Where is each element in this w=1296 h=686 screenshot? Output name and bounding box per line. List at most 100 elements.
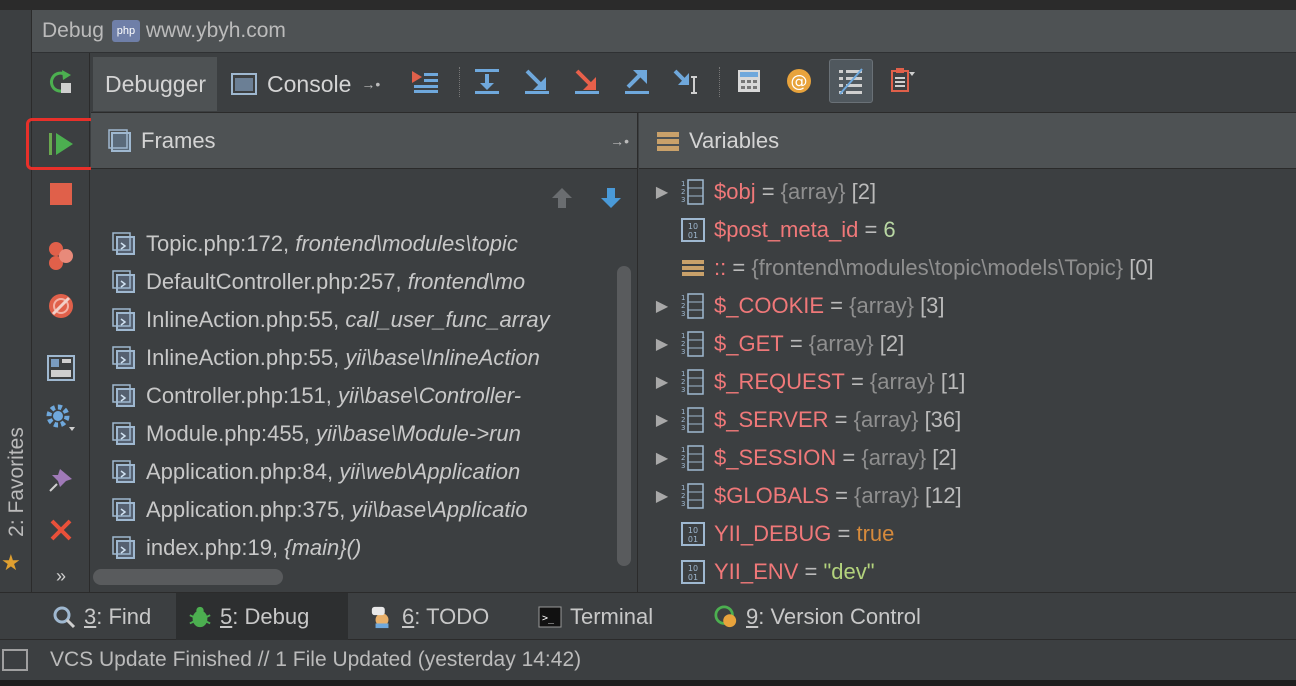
svg-text:2: 2 (681, 340, 685, 348)
expand-arrow-icon[interactable]: ▶ (639, 448, 675, 468)
frames-vertical-scrollbar[interactable] (617, 266, 631, 566)
frame-icon (112, 460, 135, 483)
step-out-button[interactable] (619, 63, 655, 99)
step-out-icon (625, 70, 649, 94)
toggle-tool-windows-icon[interactable] (2, 649, 28, 671)
frames-list: Topic.php:172, frontend\modules\topic Def… (91, 225, 611, 565)
variable-row[interactable]: ▶ 1 2 3 $_COOKIE = {array} [3] (639, 287, 1296, 325)
step-into-button[interactable] (519, 63, 555, 99)
variable-name: $post_meta_id (714, 217, 859, 242)
variable-type: {array} (808, 331, 874, 356)
favorites-tool-button[interactable]: 2: Favorites ★ (0, 410, 28, 580)
frame-file: InlineAction.php:55, (146, 345, 346, 370)
variable-equals: = (726, 255, 752, 280)
svg-text:>_: >_ (542, 613, 555, 624)
show-values-inline-toggle[interactable] (829, 59, 873, 103)
frame-row[interactable]: InlineAction.php:55, yii\base\InlineActi… (91, 339, 611, 377)
pin-icon (49, 469, 72, 492)
next-frame-arrow-icon[interactable] (599, 186, 623, 210)
variable-row[interactable]: ▶ 1 2 3 $obj = {array} [2] (639, 173, 1296, 211)
svg-text:1: 1 (681, 332, 685, 340)
tab-console-label: Console (267, 70, 352, 97)
version-control-icon (714, 604, 738, 629)
class-fields-icon (682, 260, 704, 276)
tab-todo[interactable]: 6: TODO (358, 593, 501, 640)
find-hotkey: 3 (84, 603, 97, 629)
variable-row[interactable]: ▶ 1 2 3 $_SERVER = {array} [36] (639, 401, 1296, 439)
frame-row[interactable]: InlineAction.php:55, call_user_func_arra… (91, 301, 611, 339)
view-breakpoints-button[interactable] (32, 231, 90, 281)
mute-breakpoints-button[interactable] (32, 281, 90, 331)
show-execution-point-button[interactable] (407, 63, 443, 99)
variable-type: {array} (861, 445, 927, 470)
tab-console[interactable]: Console →• (219, 57, 399, 111)
frame-file: index.php:19, (146, 535, 285, 560)
frames-horizontal-scrollbar[interactable] (93, 569, 283, 585)
variable-row[interactable]: :: = {frontend\modules\topic\models\Topi… (639, 249, 1296, 287)
stop-button[interactable] (32, 169, 90, 219)
run-to-cursor-button[interactable] (669, 63, 705, 99)
frames-title: Frames (141, 127, 216, 153)
frame-row[interactable]: index.php:19, {main}() (91, 529, 611, 565)
variable-row[interactable]: ▶ 1 2 3 $GLOBALS = {array} [12] (639, 477, 1296, 515)
variable-row[interactable]: 10 01 $post_meta_id = 6 (639, 211, 1296, 249)
expand-arrow-icon[interactable]: ▶ (639, 296, 675, 316)
toolbar-separator (719, 67, 720, 97)
rerun-button[interactable] (32, 57, 90, 107)
left-tool-strip: 2: Favorites ★ (0, 10, 32, 592)
frame-row[interactable]: Application.php:375, yii\base\Applicatio (91, 491, 611, 529)
pin-button[interactable] (32, 455, 90, 505)
settings-button[interactable] (32, 393, 90, 443)
frame-row[interactable]: Application.php:84, yii\web\Application (91, 453, 611, 491)
variable-equals: = (783, 331, 809, 356)
calculator-icon (738, 70, 760, 92)
frame-row[interactable]: Topic.php:172, frontend\modules\topic (91, 225, 611, 263)
close-button[interactable] (32, 505, 90, 555)
resume-program-button[interactable] (26, 118, 96, 170)
primitive-icon: 1001 (681, 522, 705, 546)
previous-frame-arrow-icon[interactable] (550, 186, 574, 210)
variable-row[interactable]: 10 01 YII_DEBUG = true (639, 515, 1296, 553)
expand-arrow-icon[interactable]: ▶ (639, 372, 675, 392)
force-step-into-button[interactable] (569, 63, 605, 99)
frames-pin-icon[interactable]: →• (610, 133, 629, 149)
restore-layout-button[interactable] (32, 343, 90, 393)
debug-hotkey: 5 (220, 603, 233, 629)
search-icon (52, 605, 76, 629)
settings-dropdown-button[interactable] (883, 63, 919, 99)
expand-arrow-icon[interactable]: ▶ (639, 410, 675, 430)
expand-arrow-icon[interactable]: ▶ (639, 486, 675, 506)
frame-context: call_user_func_array (345, 307, 550, 332)
tab-terminal[interactable]: >_ Terminal (526, 593, 665, 640)
tab-debugger-label: Debugger (105, 70, 207, 97)
watch-button[interactable]: @ (781, 63, 817, 99)
variable-row[interactable]: ▶ 1 2 3 $_REQUEST = {array} [1] (639, 363, 1296, 401)
tab-debug[interactable]: 5: Debug (176, 593, 348, 640)
tab-find[interactable]: 3: Find (40, 593, 163, 640)
frame-context: frontend\mo (407, 269, 526, 294)
tab-version-control[interactable]: 9: Version Control (702, 593, 933, 640)
expand-arrow-icon[interactable]: ▶ (639, 334, 675, 354)
tab-debugger[interactable]: Debugger (93, 57, 217, 111)
debug-side-toolbar: » (26, 53, 96, 592)
stop-icon (50, 183, 72, 205)
svg-text:2: 2 (681, 454, 685, 462)
debug-title-bar: Debug php www.ybyh.com (32, 10, 1296, 53)
variable-row[interactable]: ▶ 1 2 3 $_SESSION = {array} [2] (639, 439, 1296, 477)
frame-row[interactable]: DefaultController.php:257, frontend\mo (91, 263, 611, 301)
evaluate-expression-button[interactable] (731, 63, 767, 99)
close-icon (50, 519, 72, 541)
expand-arrow-icon[interactable]: ▶ (639, 182, 675, 202)
variable-name: $_COOKIE (714, 293, 825, 318)
step-over-button[interactable] (469, 63, 505, 99)
rerun-icon (50, 70, 71, 93)
variable-equals: = (798, 559, 824, 584)
frame-row[interactable]: Module.php:455, yii\base\Module->run (91, 415, 611, 453)
variable-name: :: (714, 255, 727, 280)
variable-row[interactable]: ▶ 1 2 3 $_GET = {array} [2] (639, 325, 1296, 363)
svg-text:01: 01 (688, 231, 698, 240)
variable-equals: = (858, 217, 884, 242)
svg-text:2: 2 (681, 492, 685, 500)
frame-row[interactable]: Controller.php:151, yii\base\Controller- (91, 377, 611, 415)
variable-row[interactable]: 10 01 YII_ENV = "dev" (639, 553, 1296, 591)
